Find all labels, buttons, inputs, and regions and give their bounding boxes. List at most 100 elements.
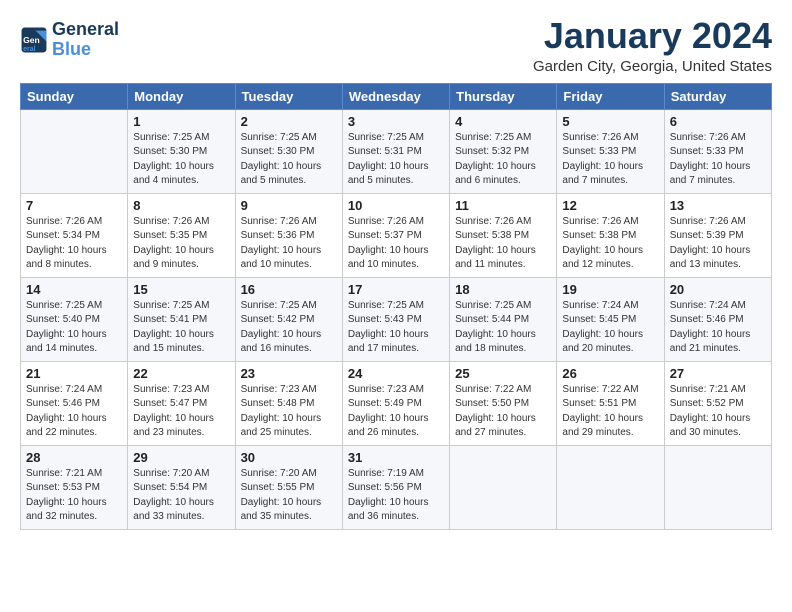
day-number: 26 (562, 366, 658, 381)
day-cell: 4 Sunrise: 7:25 AMSunset: 5:32 PMDaylight… (450, 109, 557, 193)
day-info: Sunrise: 7:25 AMSunset: 5:31 PMDaylight:… (348, 131, 444, 189)
day-info: Sunrise: 7:21 AMSunset: 5:52 PMDaylight:… (670, 383, 766, 441)
day-info: Sunrise: 7:26 AMSunset: 5:37 PMDaylight:… (348, 215, 444, 273)
day-info: Sunrise: 7:26 AMSunset: 5:38 PMDaylight:… (455, 215, 551, 273)
day-cell (557, 445, 664, 529)
day-number: 22 (133, 366, 229, 381)
day-info: Sunrise: 7:26 AMSunset: 5:33 PMDaylight:… (670, 131, 766, 189)
day-number: 15 (133, 282, 229, 297)
week-row-1: 1 Sunrise: 7:25 AMSunset: 5:30 PMDaylight… (21, 109, 772, 193)
day-info: Sunrise: 7:20 AMSunset: 5:55 PMDaylight:… (241, 467, 337, 525)
day-info: Sunrise: 7:21 AMSunset: 5:53 PMDaylight:… (26, 467, 122, 525)
day-info: Sunrise: 7:26 AMSunset: 5:38 PMDaylight:… (562, 215, 658, 273)
day-number: 2 (241, 114, 337, 129)
day-info: Sunrise: 7:25 AMSunset: 5:42 PMDaylight:… (241, 299, 337, 357)
day-info: Sunrise: 7:19 AMSunset: 5:56 PMDaylight:… (348, 467, 444, 525)
header: Gen eral General Blue January 2024 Garde… (20, 16, 772, 75)
day-number: 29 (133, 450, 229, 465)
day-number: 3 (348, 114, 444, 129)
day-cell: 31 Sunrise: 7:19 AMSunset: 5:56 PMDayligh… (342, 445, 449, 529)
day-number: 4 (455, 114, 551, 129)
day-info: Sunrise: 7:23 AMSunset: 5:48 PMDaylight:… (241, 383, 337, 441)
day-number: 11 (455, 198, 551, 213)
day-info: Sunrise: 7:25 AMSunset: 5:32 PMDaylight:… (455, 131, 551, 189)
main-container: Gen eral General Blue January 2024 Garde… (0, 0, 792, 540)
month-title: January 2024 (533, 16, 772, 56)
day-cell: 22 Sunrise: 7:23 AMSunset: 5:47 PMDayligh… (128, 361, 235, 445)
day-cell: 5 Sunrise: 7:26 AMSunset: 5:33 PMDaylight… (557, 109, 664, 193)
day-cell (21, 109, 128, 193)
day-number: 20 (670, 282, 766, 297)
day-number: 7 (26, 198, 122, 213)
day-cell: 28Sunrise: 7:21 AMSunset: 5:53 PMDayligh… (21, 445, 128, 529)
day-number: 30 (241, 450, 337, 465)
day-number: 8 (133, 198, 229, 213)
day-cell: 6 Sunrise: 7:26 AMSunset: 5:33 PMDaylight… (664, 109, 771, 193)
day-number: 16 (241, 282, 337, 297)
day-cell: 26Sunrise: 7:22 AMSunset: 5:51 PMDayligh… (557, 361, 664, 445)
day-info: Sunrise: 7:25 AMSunset: 5:30 PMDaylight:… (241, 131, 337, 189)
day-info: Sunrise: 7:26 AMSunset: 5:39 PMDaylight:… (670, 215, 766, 273)
day-info: Sunrise: 7:24 AMSunset: 5:45 PMDaylight:… (562, 299, 658, 357)
day-cell: 20 Sunrise: 7:24 AMSunset: 5:46 PMDayligh… (664, 277, 771, 361)
day-number: 6 (670, 114, 766, 129)
day-cell: 27 Sunrise: 7:21 AMSunset: 5:52 PMDayligh… (664, 361, 771, 445)
day-cell: 10Sunrise: 7:26 AMSunset: 5:37 PMDayligh… (342, 193, 449, 277)
day-info: Sunrise: 7:20 AMSunset: 5:54 PMDaylight:… (133, 467, 229, 525)
weekday-header-thursday: Thursday (450, 83, 557, 109)
location: Garden City, Georgia, United States (533, 58, 772, 75)
day-info: Sunrise: 7:25 AMSunset: 5:44 PMDaylight:… (455, 299, 551, 357)
day-number: 14 (26, 282, 122, 297)
day-cell: 23 Sunrise: 7:23 AMSunset: 5:48 PMDayligh… (235, 361, 342, 445)
day-cell: 2 Sunrise: 7:25 AMSunset: 5:30 PMDaylight… (235, 109, 342, 193)
day-info: Sunrise: 7:24 AMSunset: 5:46 PMDaylight:… (670, 299, 766, 357)
day-cell (450, 445, 557, 529)
day-info: Sunrise: 7:23 AMSunset: 5:47 PMDaylight:… (133, 383, 229, 441)
day-info: Sunrise: 7:26 AMSunset: 5:33 PMDaylight:… (562, 131, 658, 189)
day-info: Sunrise: 7:26 AMSunset: 5:35 PMDaylight:… (133, 215, 229, 273)
day-info: Sunrise: 7:26 AMSunset: 5:36 PMDaylight:… (241, 215, 337, 273)
day-number: 27 (670, 366, 766, 381)
weekday-header-row: SundayMondayTuesdayWednesdayThursdayFrid… (21, 83, 772, 109)
day-number: 31 (348, 450, 444, 465)
day-cell: 19 Sunrise: 7:24 AMSunset: 5:45 PMDayligh… (557, 277, 664, 361)
day-cell: 9 Sunrise: 7:26 AMSunset: 5:36 PMDaylight… (235, 193, 342, 277)
logo-icon: Gen eral (20, 26, 48, 54)
day-cell: 1 Sunrise: 7:25 AMSunset: 5:30 PMDaylight… (128, 109, 235, 193)
day-number: 25 (455, 366, 551, 381)
day-cell: 29 Sunrise: 7:20 AMSunset: 5:54 PMDayligh… (128, 445, 235, 529)
day-cell: 30 Sunrise: 7:20 AMSunset: 5:55 PMDayligh… (235, 445, 342, 529)
day-info: Sunrise: 7:24 AMSunset: 5:46 PMDaylight:… (26, 383, 122, 441)
day-number: 5 (562, 114, 658, 129)
day-cell: 25Sunrise: 7:22 AMSunset: 5:50 PMDayligh… (450, 361, 557, 445)
week-row-2: 7Sunrise: 7:26 AMSunset: 5:34 PMDaylight… (21, 193, 772, 277)
day-cell (664, 445, 771, 529)
logo-text: General Blue (52, 20, 119, 60)
day-info: Sunrise: 7:25 AMSunset: 5:30 PMDaylight:… (133, 131, 229, 189)
day-cell: 12Sunrise: 7:26 AMSunset: 5:38 PMDayligh… (557, 193, 664, 277)
day-number: 9 (241, 198, 337, 213)
day-number: 17 (348, 282, 444, 297)
day-info: Sunrise: 7:25 AMSunset: 5:40 PMDaylight:… (26, 299, 122, 357)
day-cell: 16 Sunrise: 7:25 AMSunset: 5:42 PMDayligh… (235, 277, 342, 361)
day-cell: 17 Sunrise: 7:25 AMSunset: 5:43 PMDayligh… (342, 277, 449, 361)
day-cell: 15 Sunrise: 7:25 AMSunset: 5:41 PMDayligh… (128, 277, 235, 361)
day-cell: 18Sunrise: 7:25 AMSunset: 5:44 PMDayligh… (450, 277, 557, 361)
weekday-header-wednesday: Wednesday (342, 83, 449, 109)
day-number: 24 (348, 366, 444, 381)
day-number: 23 (241, 366, 337, 381)
day-number: 1 (133, 114, 229, 129)
day-number: 19 (562, 282, 658, 297)
day-cell: 24 Sunrise: 7:23 AMSunset: 5:49 PMDayligh… (342, 361, 449, 445)
day-cell: 13Sunrise: 7:26 AMSunset: 5:39 PMDayligh… (664, 193, 771, 277)
weekday-header-sunday: Sunday (21, 83, 128, 109)
day-info: Sunrise: 7:25 AMSunset: 5:41 PMDaylight:… (133, 299, 229, 357)
day-cell: 21 Sunrise: 7:24 AMSunset: 5:46 PMDayligh… (21, 361, 128, 445)
day-cell: 11 Sunrise: 7:26 AMSunset: 5:38 PMDayligh… (450, 193, 557, 277)
day-number: 21 (26, 366, 122, 381)
day-info: Sunrise: 7:23 AMSunset: 5:49 PMDaylight:… (348, 383, 444, 441)
svg-text:eral: eral (23, 46, 36, 53)
svg-text:Gen: Gen (23, 35, 40, 45)
day-info: Sunrise: 7:25 AMSunset: 5:43 PMDaylight:… (348, 299, 444, 357)
weekday-header-tuesday: Tuesday (235, 83, 342, 109)
